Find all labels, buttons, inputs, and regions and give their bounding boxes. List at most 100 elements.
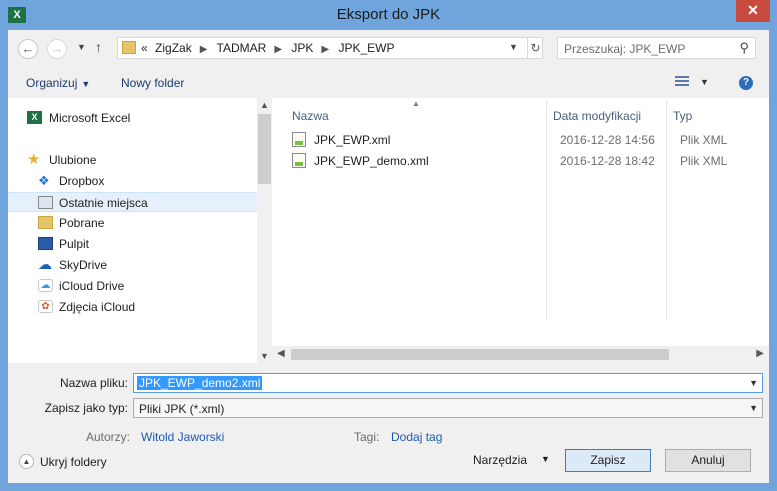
breadcrumb: « ZigZak ▶ TADMAR ▶ JPK ▶ JPK_EWP [141,41,398,55]
nav-item-label: Zdjęcia iCloud [59,300,136,314]
scrollbar-thumb[interactable] [258,114,271,184]
up-button[interactable]: ↑ [95,39,102,55]
chevron-up-icon: ▲ [19,454,34,469]
file-row[interactable]: JPK_EWP.xml 2016-12-28 14:56 Plik XML [286,130,766,150]
filename-field[interactable]: JPK_EWP_demo2.xml ▼ [133,373,763,393]
navigation-pane: X Microsoft Excel ★ Ulubione ❖ Dropbox O… [8,98,257,363]
chevron-right-icon[interactable]: ▶ [321,44,329,55]
chevron-down-icon: ▼ [81,79,91,89]
close-button[interactable]: ✕ [736,0,770,22]
file-type: Plik XML [680,154,728,168]
breadcrumb-item[interactable]: JPK_EWP [338,41,394,55]
desktop-icon [38,237,53,250]
address-dropdown[interactable]: ▼ [509,42,518,52]
view-dropdown[interactable]: ▼ [700,77,709,87]
save-type-label: Zapisz jako typ: [44,401,128,415]
chevron-down-icon[interactable]: ▼ [749,378,758,388]
file-name: JPK_EWP_demo.xml [314,154,429,168]
file-list: ▲ Nazwa Data modyfikacji Typ JPK_EWP.xml… [272,98,769,346]
column-header-type[interactable]: Typ [673,109,692,123]
xml-file-icon [292,132,306,147]
back-button[interactable]: ← [18,39,38,59]
nav-item-microsoft-excel[interactable]: X Microsoft Excel [8,108,257,128]
window-title: Eksport do JPK [336,6,441,23]
nav-item-label: Dropbox [59,174,105,188]
nav-item-label: iCloud Drive [59,279,125,293]
organize-button[interactable]: Organizuj ▼ [26,76,90,90]
scrollbar-thumb[interactable] [291,349,669,360]
nav-item-recent-places[interactable]: Ostatnie miejsca [8,192,257,212]
file-date: 2016-12-28 14:56 [560,133,655,147]
tools-button[interactable]: Narzędzia ▼ [473,449,553,471]
organize-label: Organizuj [26,76,78,90]
column-header-date[interactable]: Data modyfikacji [553,109,641,123]
breadcrumb-item[interactable]: JPK [291,41,313,55]
downloads-icon [38,216,53,229]
authors-label: Autorzy: [86,430,131,444]
add-tag-link[interactable]: Dodaj tag [391,430,442,444]
chevron-right-icon[interactable]: ▶ [200,44,208,55]
horizontal-scrollbar[interactable]: ◀ ▶ [272,346,769,363]
title-bar[interactable]: X Eksport do JPK ✕ [0,0,777,30]
nav-item-label: Microsoft Excel [49,111,131,125]
recent-places-icon [38,196,53,209]
file-name: JPK_EWP.xml [314,133,391,147]
breadcrumb-item[interactable]: TADMAR [217,41,267,55]
save-type-value: Pliki JPK (*.xml) [139,402,225,416]
scroll-down-icon[interactable]: ▼ [260,351,269,361]
address-bar[interactable]: « ZigZak ▶ TADMAR ▶ JPK ▶ JPK_EWP ▼ ↻ [117,37,543,59]
nav-item-skydrive[interactable]: ☁ SkyDrive [8,255,257,275]
sort-ascending-icon: ▲ [412,99,420,108]
view-options-icon[interactable] [675,76,689,88]
dialog-client: ← → ▼ ↑ « ZigZak ▶ TADMAR ▶ JPK ▶ JPK_EWP ▼… [8,30,769,483]
save-form: Nazwa pliku: JPK_EWP_demo2.xml ▼ Zapisz … [8,363,769,483]
navigation-scrollbar[interactable]: ▲ ▼ [257,98,272,363]
nav-item-label: Ostatnie miejsca [59,196,148,210]
file-date: 2016-12-28 18:42 [560,154,655,168]
scroll-left-icon[interactable]: ◀ [277,348,285,359]
save-button[interactable]: Zapisz [565,449,651,472]
breadcrumb-item[interactable]: ZigZak [155,41,192,55]
nav-item-label: Ulubione [49,153,97,167]
folder-icon [122,41,136,54]
help-icon[interactable]: ? [739,76,753,90]
nav-item-downloads[interactable]: Pobrane [8,213,257,233]
scroll-up-icon[interactable]: ▲ [260,100,269,110]
excel-icon: X [27,111,42,124]
skydrive-icon: ☁ [38,256,52,272]
search-input[interactable]: Przeszukaj: JPK_EWP [564,42,685,56]
hide-folders-label: Ukryj foldery [40,455,107,469]
search-box[interactable]: Przeszukaj: JPK_EWP ⚲ [557,37,756,59]
nav-item-desktop[interactable]: Pulpit [8,234,257,254]
dialog-window: X Eksport do JPK ✕ ← → ▼ ↑ « ZigZak ▶ TAD… [0,0,777,491]
breadcrumb-overflow[interactable]: « [141,41,148,55]
cancel-button[interactable]: Anuluj [665,449,751,472]
column-header-name[interactable]: Nazwa [292,109,329,123]
new-folder-button[interactable]: Nowy folder [121,76,184,90]
scroll-right-icon[interactable]: ▶ [756,348,764,359]
tags-label: Tagi: [354,430,380,444]
file-row[interactable]: JPK_EWP_demo.xml 2016-12-28 18:42 Plik X… [286,151,766,171]
nav-item-icloud-photos[interactable]: ✿ Zdjęcia iCloud [8,297,257,317]
forward-button[interactable]: → [47,39,67,59]
recent-locations-dropdown[interactable]: ▼ [77,42,86,52]
xml-file-icon [292,153,306,168]
nav-item-favorites[interactable]: ★ Ulubione [8,150,257,170]
nav-item-icloud-drive[interactable]: ☁ iCloud Drive [8,276,257,296]
star-icon: ★ [27,151,41,168]
chevron-right-icon[interactable]: ▶ [274,44,282,55]
nav-item-label: SkyDrive [59,258,108,272]
nav-item-label: Pulpit [59,237,90,251]
tools-label: Narzędzia [473,453,528,467]
refresh-button[interactable]: ↻ [527,38,543,58]
icloud-icon: ☁ [38,279,53,292]
search-icon: ⚲ [739,40,749,55]
authors-value[interactable]: Witold Jaworski [141,430,224,444]
icloud-photos-icon: ✿ [38,300,53,313]
save-type-select[interactable]: Pliki JPK (*.xml) ▼ [133,398,763,418]
filename-label: Nazwa pliku: [59,376,128,390]
nav-item-label: Pobrane [59,216,105,230]
filename-input[interactable]: JPK_EWP_demo2.xml [137,376,263,390]
chevron-down-icon[interactable]: ▼ [749,403,758,413]
nav-item-dropbox[interactable]: ❖ Dropbox [8,171,257,191]
